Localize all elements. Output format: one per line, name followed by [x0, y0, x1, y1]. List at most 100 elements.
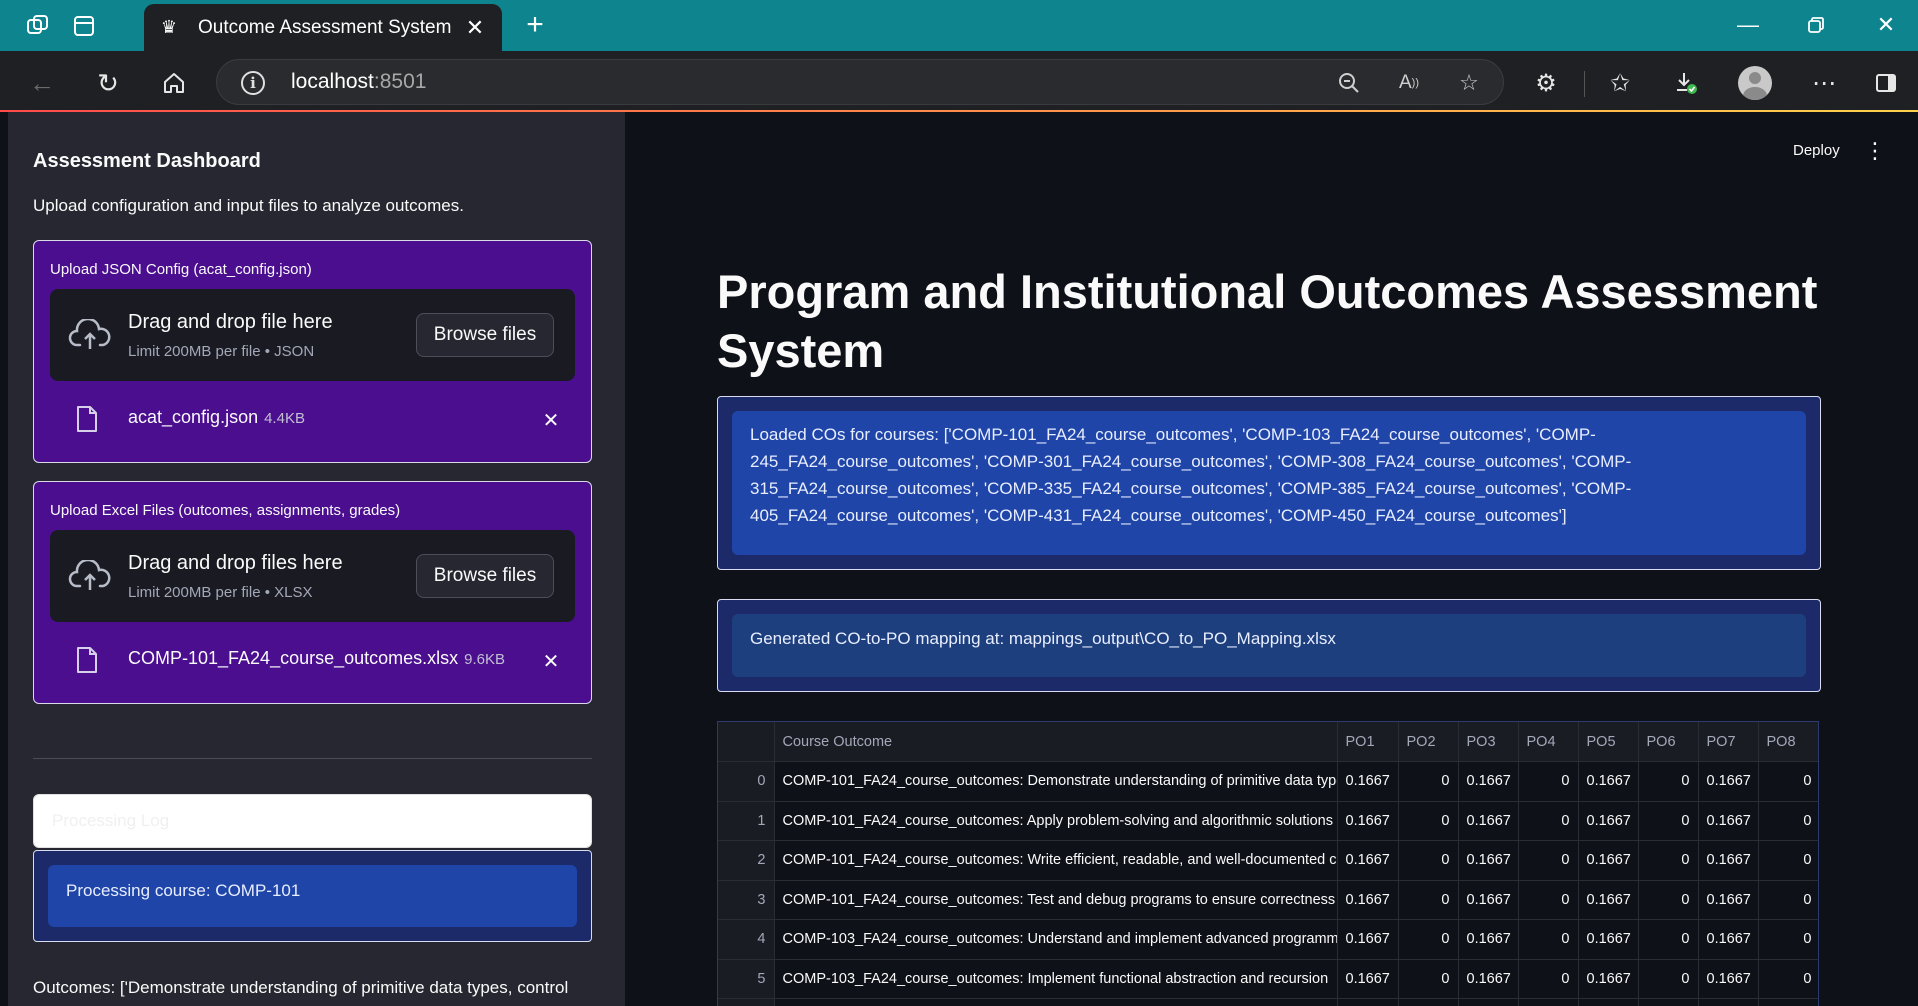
back-arrow-icon[interactable]: ← [22, 63, 62, 103]
po-value-cell[interactable]: 0.1667 [1337, 801, 1399, 841]
workspaces-icon[interactable] [22, 10, 54, 42]
po-value-cell[interactable]: 0.1667 [1578, 880, 1639, 920]
dropzone[interactable]: Drag and drop files here Limit 200MB per… [50, 530, 575, 622]
row-index[interactable]: 0 [718, 761, 775, 802]
browse-files-button[interactable]: Browse files [416, 554, 554, 598]
address-bar[interactable]: i localhost:8501 A)) ☆ [216, 59, 1504, 105]
processing-log-textarea[interactable]: Processing Log [33, 794, 592, 848]
po-value-cell[interactable]: 0 [1758, 959, 1818, 999]
po-value-cell[interactable]: 0.1667 [1337, 959, 1399, 999]
course-outcome-cell[interactable]: COMP-101_FA24_course_outcomes: Test and … [774, 880, 1338, 920]
po-value-cell[interactable]: 0 [1638, 919, 1699, 960]
po-value-cell[interactable] [1337, 998, 1399, 1006]
course-outcome-cell[interactable]: COMP-101_FA24_course_outcomes: Demonstra… [774, 761, 1338, 802]
po-value-cell[interactable]: 0.1667 [1337, 919, 1399, 960]
table-row[interactable]: 5 COMP-103_FA24_course_outcomes: Implemen… [718, 959, 1818, 999]
po-value-cell[interactable]: 0.1667 [1458, 761, 1519, 802]
row-index[interactable]: 3 [718, 880, 775, 920]
po-value-cell[interactable]: 0.1667 [1458, 919, 1519, 960]
po-value-cell[interactable]: 0 [1638, 959, 1699, 999]
close-tab-icon[interactable]: ✕ [460, 13, 490, 43]
po-value-cell[interactable]: 0 [1758, 761, 1818, 802]
column-header[interactable]: PO5 [1578, 722, 1639, 762]
column-header[interactable]: Course Outcome [774, 722, 1338, 762]
more-options-icon[interactable]: ⋯ [1804, 63, 1844, 103]
table-row[interactable]: 4 COMP-103_FA24_course_outcomes: Understa… [718, 919, 1818, 960]
main-menu-icon[interactable]: ⋮ [1864, 138, 1886, 163]
po-value-cell[interactable]: 0 [1398, 840, 1459, 881]
po-value-cell[interactable]: 0.1667 [1458, 880, 1519, 920]
row-index[interactable]: 6 [718, 998, 775, 1006]
column-header[interactable] [718, 722, 775, 762]
po-value-cell[interactable]: 0.1667 [1698, 959, 1759, 999]
po-value-cell[interactable]: 0 [1398, 880, 1459, 920]
column-header[interactable]: PO3 [1458, 722, 1519, 762]
po-value-cell[interactable]: 0 [1518, 801, 1579, 841]
profile-avatar[interactable] [1738, 66, 1772, 100]
po-value-cell[interactable]: 0.1667 [1578, 801, 1639, 841]
po-value-cell[interactable]: 0.1667 [1458, 959, 1519, 999]
table-row[interactable]: 2 COMP-101_FA24_course_outcomes: Write ef… [718, 840, 1818, 881]
new-tab-icon[interactable]: + [518, 8, 552, 42]
remove-file-icon[interactable]: ✕ [538, 407, 564, 433]
po-value-cell[interactable]: 0.1667 [1698, 880, 1759, 920]
po-value-cell[interactable]: 0 [1518, 880, 1579, 920]
course-outcome-cell[interactable]: COMP-103_FA24_course_outcomes: Implement… [774, 959, 1338, 999]
deploy-button[interactable]: Deploy [1793, 142, 1840, 159]
read-aloud-icon[interactable]: A)) [1395, 69, 1423, 97]
row-index[interactable]: 5 [718, 959, 775, 999]
column-header[interactable]: PO6 [1638, 722, 1699, 762]
po-value-cell[interactable]: 0 [1398, 761, 1459, 802]
po-value-cell[interactable]: 0.1667 [1578, 919, 1639, 960]
po-value-cell[interactable]: 0.1667 [1458, 840, 1519, 881]
po-value-cell[interactable]: 0.1667 [1698, 919, 1759, 960]
po-value-cell[interactable]: 0.1667 [1578, 959, 1639, 999]
po-value-cell[interactable] [1458, 998, 1519, 1006]
po-value-cell[interactable]: 0 [1398, 919, 1459, 960]
po-value-cell[interactable]: 0.1667 [1337, 840, 1399, 881]
column-header[interactable]: PO8 [1758, 722, 1818, 762]
po-value-cell[interactable]: 0 [1758, 801, 1818, 841]
home-icon[interactable] [154, 63, 194, 103]
po-value-cell[interactable] [1698, 998, 1759, 1006]
po-value-cell[interactable]: 0 [1638, 801, 1699, 841]
po-value-cell[interactable] [1578, 998, 1639, 1006]
po-value-cell[interactable]: 0 [1638, 880, 1699, 920]
zoom-out-icon[interactable] [1335, 69, 1363, 97]
table-row[interactable]: 0 COMP-101_FA24_course_outcomes: Demonstr… [718, 761, 1818, 802]
active-browser-tab[interactable]: ♛ Outcome Assessment System ✕ [144, 4, 502, 51]
po-value-cell[interactable]: 0 [1638, 761, 1699, 802]
co-po-mapping-table[interactable]: Course Outcome PO1 PO2 PO3 PO4 PO5 PO6 P… [717, 721, 1819, 1006]
favorite-star-icon[interactable]: ☆ [1455, 69, 1483, 97]
po-value-cell[interactable]: 0 [1758, 880, 1818, 920]
course-outcome-cell[interactable] [774, 998, 1338, 1006]
close-window-icon[interactable]: ✕ [1858, 8, 1914, 42]
po-value-cell[interactable]: 0 [1758, 919, 1818, 960]
po-value-cell[interactable]: 0.1667 [1458, 801, 1519, 841]
row-index[interactable]: 2 [718, 840, 775, 881]
extensions-icon[interactable]: ⚙ [1526, 63, 1566, 103]
po-value-cell[interactable]: 0.1667 [1698, 801, 1759, 841]
po-value-cell[interactable]: 0.1667 [1578, 761, 1639, 802]
table-row[interactable]: 6 [718, 998, 1818, 1006]
po-value-cell[interactable] [1398, 998, 1459, 1006]
column-header[interactable]: PO1 [1337, 722, 1399, 762]
column-header[interactable]: PO7 [1698, 722, 1759, 762]
row-index[interactable]: 1 [718, 801, 775, 841]
browse-files-button[interactable]: Browse files [416, 313, 554, 357]
po-value-cell[interactable]: 0 [1638, 840, 1699, 881]
po-value-cell[interactable]: 0 [1518, 959, 1579, 999]
sidebar-toggle-icon[interactable] [1866, 63, 1906, 103]
po-value-cell[interactable]: 0 [1518, 761, 1579, 802]
minimize-icon[interactable]: — [1720, 8, 1776, 42]
po-value-cell[interactable] [1758, 998, 1818, 1006]
po-value-cell[interactable]: 0 [1518, 919, 1579, 960]
course-outcome-cell[interactable]: COMP-103_FA24_course_outcomes: Understan… [774, 919, 1338, 960]
po-value-cell[interactable]: 0.1667 [1578, 840, 1639, 881]
po-value-cell[interactable]: 0.1667 [1337, 761, 1399, 802]
po-value-cell[interactable]: 0 [1518, 840, 1579, 881]
table-row[interactable]: 3 COMP-101_FA24_course_outcomes: Test and… [718, 880, 1818, 920]
po-value-cell[interactable]: 0 [1398, 959, 1459, 999]
site-info-icon[interactable]: i [241, 71, 265, 95]
po-value-cell[interactable] [1518, 998, 1579, 1006]
